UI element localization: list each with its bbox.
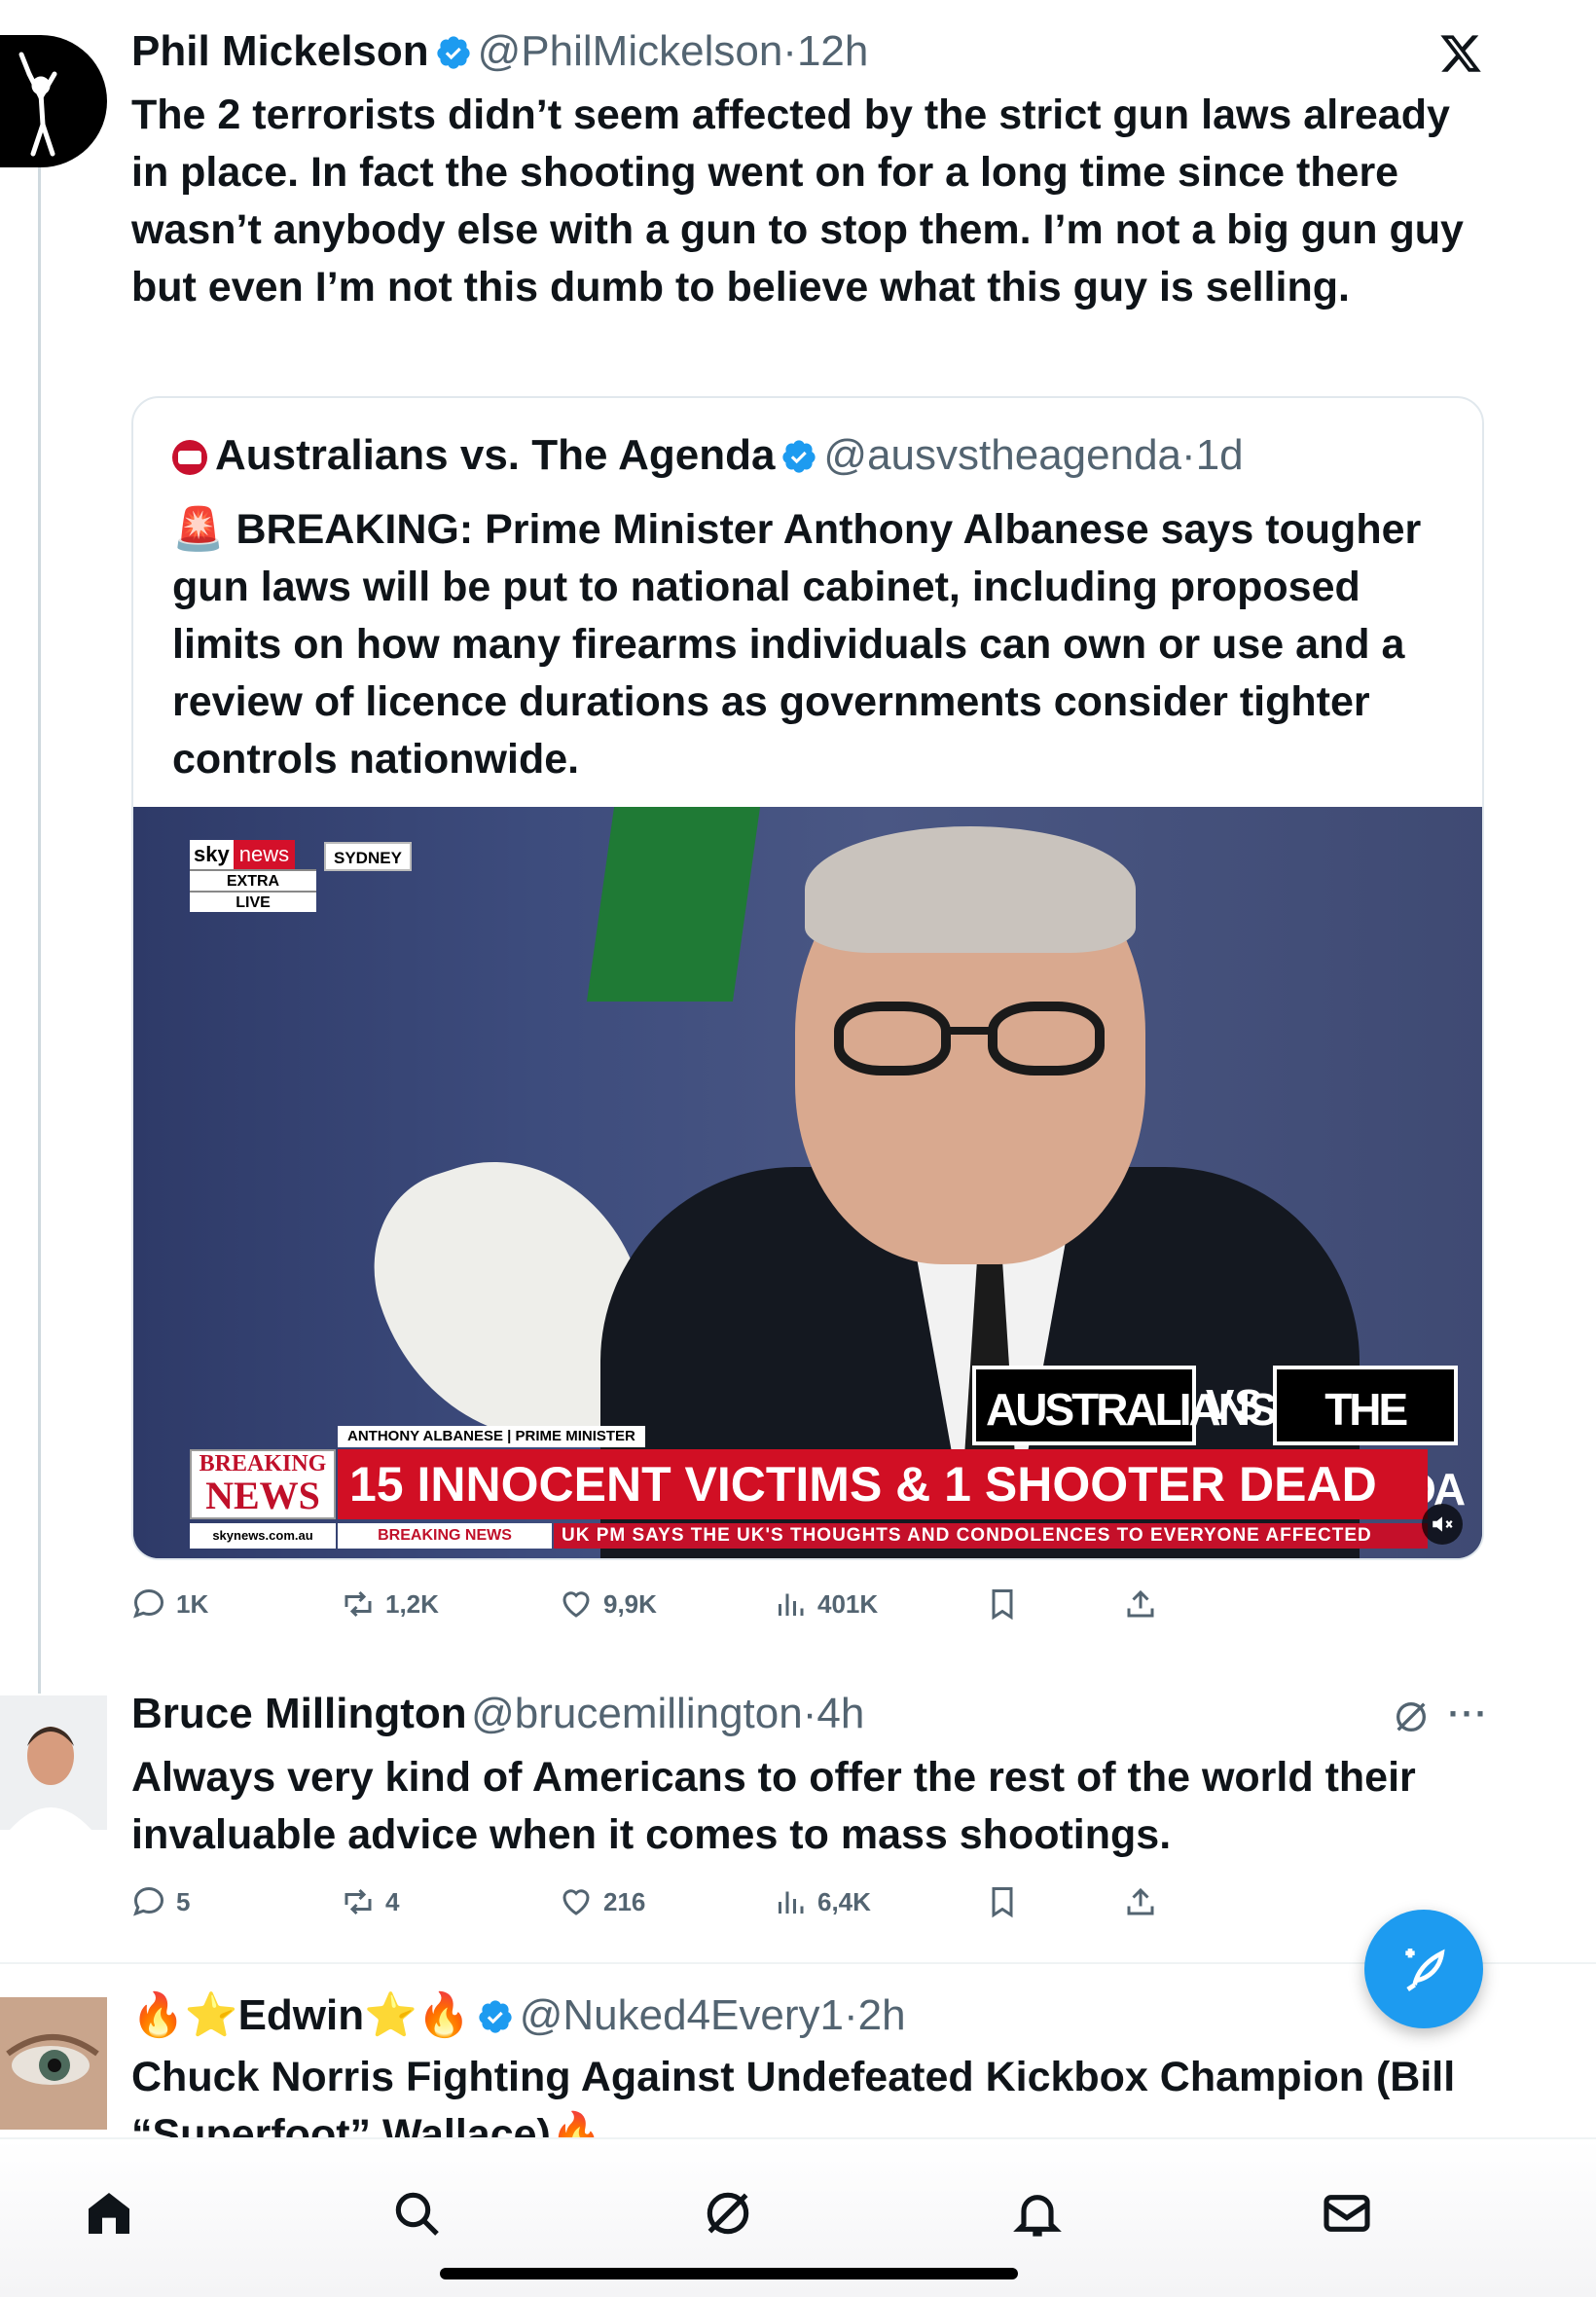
- reply-button[interactable]: 1K: [131, 1586, 208, 1622]
- tweet-text: Always very kind of Americans to offer t…: [131, 1754, 1416, 1858]
- bookmark-icon: [992, 1589, 1013, 1621]
- dot-separator: ·: [1181, 431, 1196, 479]
- site-url: skynews.com.au: [190, 1523, 336, 1549]
- divider: [0, 1962, 1596, 1964]
- avatar-edwin[interactable]: [0, 1997, 107, 2130]
- tweet-text: The 2 terrorists didn’t seem affected by…: [131, 91, 1464, 310]
- repost-icon: [345, 1590, 372, 1618]
- author-name[interactable]: Phil Mickelson: [131, 27, 429, 75]
- bookmark-button[interactable]: [985, 1884, 1020, 1919]
- home-icon[interactable]: [82, 2186, 136, 2241]
- speaker-hair: [805, 826, 1136, 953]
- compose-button[interactable]: [1364, 1910, 1483, 2028]
- headline-bar: 15 INNOCENT VICTIMS & 1 SHOOTER DEAD: [338, 1449, 1428, 1519]
- quote-header: Australians vs. The Agenda @ausvstheagend…: [172, 431, 1244, 480]
- flag-green-stripe: [586, 807, 761, 1002]
- compose-icon: [1405, 1949, 1445, 1991]
- quote-tweet-card[interactable]: Australians vs. The Agenda @ausvstheagend…: [131, 396, 1484, 1560]
- repost-button[interactable]: 1,2K: [341, 1586, 439, 1622]
- breaking-news-badge: BREAKING NEWS: [190, 1449, 336, 1519]
- reply-button[interactable]: 5: [131, 1884, 190, 1919]
- avatar-phil-mickelson[interactable]: [0, 35, 107, 167]
- like-button[interactable]: 9,9K: [559, 1586, 657, 1622]
- grok-icon[interactable]: [701, 2186, 755, 2241]
- like-button[interactable]: 216: [559, 1884, 645, 1919]
- quote-author-handle[interactable]: @ausvstheagenda: [823, 431, 1181, 479]
- repost-icon: [345, 1888, 372, 1915]
- views-icon: [779, 1593, 804, 1616]
- verified-badge-icon: [782, 440, 816, 473]
- timestamp[interactable]: 2h: [858, 1991, 906, 2039]
- search-icon[interactable]: [389, 2186, 444, 2241]
- author-handle[interactable]: @brucemillington: [471, 1690, 803, 1737]
- repost-button[interactable]: 4: [341, 1884, 399, 1919]
- x-logo-icon[interactable]: [1438, 31, 1483, 76]
- verified-badge-icon: [479, 2000, 512, 2033]
- views-button[interactable]: 401K: [773, 1586, 878, 1622]
- name-emoji-suffix: ⭐🔥: [364, 1990, 471, 2040]
- share-button[interactable]: [1123, 1586, 1158, 1622]
- tweet-actions: 5 4 216 6,4K: [0, 1878, 1596, 1927]
- video-player[interactable]: sky news EXTRA LIVE SYDNEY AUSTRALIANS VS…: [133, 807, 1482, 1558]
- dot-separator: ·: [802, 1690, 817, 1737]
- quote-timestamp: 1d: [1195, 431, 1244, 479]
- author-name[interactable]: Edwin: [238, 1991, 365, 2039]
- messages-icon[interactable]: [1320, 2186, 1374, 2241]
- sky-news-logo: sky news EXTRA LIVE: [190, 840, 316, 947]
- dot-separator: ·: [782, 27, 797, 75]
- tweet-text: Chuck Norris Fighting Against Undefeated…: [131, 2054, 1456, 2137]
- grok-icon[interactable]: [1392, 1697, 1431, 1736]
- quote-author-name[interactable]: Australians vs. The Agenda: [215, 431, 775, 479]
- tweet-header: 🔥⭐Edwin⭐🔥 @Nuked4Every1·2h: [131, 1989, 906, 2040]
- quote-avatar[interactable]: [172, 440, 207, 475]
- heart-icon: [562, 1889, 590, 1915]
- timestamp[interactable]: 4h: [816, 1690, 864, 1737]
- bookmark-icon: [992, 1887, 1013, 1918]
- reply-icon: [133, 1886, 164, 1916]
- muted-speaker-icon[interactable]: [1422, 1504, 1463, 1545]
- australians-vs-the-agenda-logo: AUSTRALIANS VS THE AGENDA: [972, 1366, 1466, 1514]
- home-indicator[interactable]: [440, 2268, 1018, 2279]
- name-strap: ANTHONY ALBANESE | PRIME MINISTER: [338, 1426, 645, 1447]
- quote-text: 🚨 BREAKING: Prime Minister Anthony Alban…: [172, 506, 1422, 783]
- author-handle[interactable]: @Nuked4Every1: [520, 1991, 844, 2039]
- author-name[interactable]: Bruce Millington: [131, 1690, 467, 1737]
- ticker-label: BREAKING NEWS: [338, 1523, 552, 1549]
- tweet-header: Bruce Millington @brucemillington·4h: [131, 1690, 864, 1738]
- views-button[interactable]: 6,4K: [773, 1884, 871, 1919]
- share-button[interactable]: [1123, 1884, 1158, 1919]
- avatar-bruce-millington[interactable]: [0, 1695, 107, 1830]
- tweet-actions: 1K 1,2K 9,9K 401K: [0, 1581, 1596, 1629]
- heart-icon: [562, 1591, 590, 1618]
- dot-separator: ·: [843, 1991, 858, 2039]
- name-emoji-prefix: 🔥⭐: [131, 1990, 238, 2040]
- thread-line: [38, 165, 41, 1694]
- share-icon: [1127, 1589, 1154, 1618]
- tweet-header: Phil Mickelson @PhilMickelson·12h: [131, 27, 868, 76]
- reply-icon: [133, 1588, 164, 1619]
- verified-badge-icon: [437, 36, 470, 69]
- share-icon: [1127, 1887, 1154, 1915]
- bookmark-button[interactable]: [985, 1586, 1020, 1622]
- author-handle[interactable]: @PhilMickelson: [478, 27, 783, 75]
- news-ticker: UK PM SAYS THE UK'S THOUGHTS AND CONDOLE…: [554, 1523, 1428, 1549]
- speaker-glasses: [834, 1002, 1106, 1079]
- timestamp[interactable]: 12h: [797, 27, 868, 75]
- notifications-icon[interactable]: [1010, 2186, 1065, 2241]
- more-options-icon[interactable]: ···: [1448, 1694, 1489, 1734]
- views-icon: [779, 1891, 804, 1914]
- location-tag: SYDNEY: [324, 842, 412, 871]
